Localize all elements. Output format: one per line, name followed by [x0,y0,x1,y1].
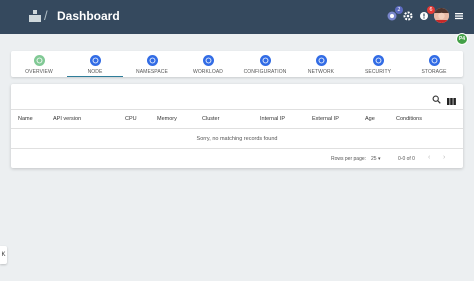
overview-icon [33,55,45,66]
cluster-logo-icon[interactable] [28,9,42,23]
chevron-down-icon: ▾ [377,156,381,162]
previous-page-icon[interactable]: ‹ [428,154,430,161]
gear-icon[interactable] [402,10,414,22]
avatar[interactable] [434,8,449,23]
pagination: Rows per page: 25 ▾ 0-0 of 0 ‹ › [11,150,463,168]
empty-table-message: Sorry, no matching records found [11,130,463,149]
side-panel-handle[interactable]: K [0,246,7,264]
column-header-internal-ip[interactable]: Internal IP [260,116,285,122]
tab-node[interactable]: NODE [67,51,123,77]
security-icon [372,55,384,66]
table-header: Name API version CPU Memory Cluster Inte… [11,109,463,129]
table-toolbar [11,84,463,108]
configuration-icon [259,55,271,66]
column-header-external-ip[interactable]: External IP [312,116,339,122]
rows-per-page-select[interactable]: 25 ▾ [371,156,380,162]
tab-label: STORAGE [421,69,447,75]
notifications-button[interactable]: 2 [386,6,403,22]
column-header-conditions[interactable]: Conditions [396,116,422,122]
column-header-age[interactable]: Age [365,116,375,122]
namespace-icon [146,55,158,66]
next-page-icon[interactable]: › [443,154,445,161]
node-icon [89,55,101,66]
rows-per-page-value: 25 [371,156,377,162]
tab-label: WORKLOAD [193,69,223,75]
workload-icon [202,55,214,66]
tab-label: OVERVIEW [25,69,53,75]
tab-configuration[interactable]: CONFIGURATION [237,51,293,77]
tab-storage[interactable]: STORAGE [406,51,462,77]
view-columns-icon[interactable] [447,92,456,110]
alerts-button[interactable]: 6 [418,6,435,22]
resource-tabs: OVERVIEW NODE NAMESPACE WORKLOAD CONFIGU… [11,51,463,77]
tab-security[interactable]: SECURITY [350,51,406,77]
breadcrumb-separator: / [44,8,48,23]
app-bar: / Dashboard 2 6 [0,0,474,34]
tab-label: NODE [87,69,103,75]
floating-status-badge[interactable]: P4 [456,33,468,45]
node-table-card: Name API version CPU Memory Cluster Inte… [11,84,463,168]
column-header-cpu[interactable]: CPU [125,116,137,122]
tab-label: CONFIGURATION [243,69,287,75]
hamburger-menu-icon[interactable] [453,10,465,22]
search-icon[interactable] [432,91,441,109]
column-header-name[interactable]: Name [18,116,33,122]
tab-overview[interactable]: OVERVIEW [11,51,67,77]
pagination-range: 0-0 of 0 [398,156,415,162]
page-title: Dashboard [57,9,120,23]
column-header-cluster[interactable]: Cluster [202,116,219,122]
tab-namespace[interactable]: NAMESPACE [124,51,180,77]
column-header-memory[interactable]: Memory [157,116,177,122]
column-header-api-version[interactable]: API version [53,116,81,122]
network-icon [315,55,327,66]
tab-workload[interactable]: WORKLOAD [180,51,236,77]
tab-label: NAMESPACE [136,69,168,75]
tab-network[interactable]: NETWORK [293,51,349,77]
storage-icon [428,55,440,66]
tab-label: SECURITY [364,69,392,75]
tab-label: NETWORK [307,69,335,75]
rows-per-page-label: Rows per page: [331,156,367,162]
